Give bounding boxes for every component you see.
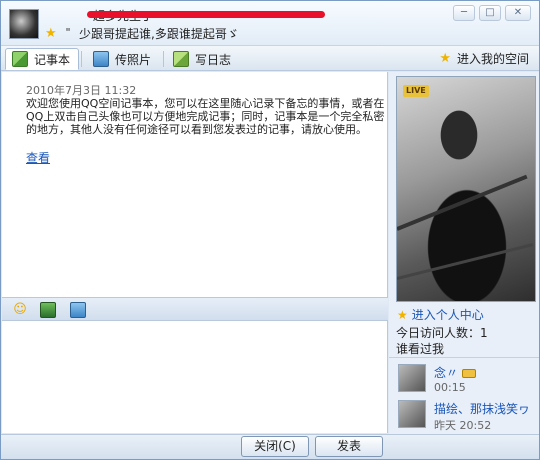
- divider: [389, 357, 539, 358]
- visit-count: 今日访问人数：1: [396, 326, 488, 340]
- tab-write-blog[interactable]: 写日志: [167, 48, 239, 70]
- screenshot-icon[interactable]: [70, 302, 86, 318]
- editor-toolbar: ☺: [2, 297, 388, 321]
- maximize-button[interactable]: □: [479, 5, 501, 21]
- tab-label: 传照片: [115, 52, 152, 67]
- view-link[interactable]: 查看: [26, 149, 50, 166]
- tab-divider: [81, 51, 82, 67]
- photo-detail: [397, 174, 528, 231]
- star-icon: ★: [439, 51, 451, 66]
- photo-detail: [397, 243, 534, 280]
- minimize-button[interactable]: ─: [453, 5, 475, 21]
- publish-button[interactable]: 发表: [315, 436, 383, 457]
- yellow-hat-icon: [462, 369, 477, 378]
- emoticon-icon[interactable]: ☺: [12, 302, 28, 318]
- note-date: 2010年7月3日 11:32: [26, 84, 137, 97]
- blog-icon: [173, 51, 189, 67]
- visitor-item[interactable]: 念〃 00:15: [396, 362, 536, 396]
- visitor-name: 描绘、那抹浅笑ヮ: [434, 402, 531, 416]
- visitor-time: 00:15: [434, 381, 466, 394]
- visitor-avatar: [398, 400, 426, 428]
- note-input[interactable]: [2, 321, 388, 433]
- quote-icon: ": [65, 26, 71, 39]
- space-link-label: 进入我的空间: [456, 52, 529, 66]
- visitor-time: 昨天 20:52: [434, 419, 492, 432]
- note-text: 欢迎您使用QQ空间记事本，您可以在这里随心记录下备忘的事情，或者在QQ上双击自己…: [26, 97, 385, 136]
- user-signature: 少跟哥提起谁,多跟谁提起哥ゞ: [79, 27, 239, 41]
- tab-label: 记事本: [34, 52, 71, 67]
- tab-divider: [163, 51, 164, 67]
- profile-panel: LIVE ★ 进入个人中心 今日访问人数：1 谁看过我 念〃 00:15 描绘、…: [389, 72, 539, 434]
- tab-notepad[interactable]: 记事本: [5, 48, 80, 70]
- star-icon: ★: [397, 307, 408, 322]
- live-badge: LIVE: [403, 85, 429, 97]
- tab-label: 写日志: [195, 52, 232, 67]
- close-window-button[interactable]: ✕: [505, 5, 531, 21]
- bottom-bar: 关闭(C) 发表: [1, 434, 539, 459]
- title-bar: 超多先生丁 ★ " 少跟哥提起谁,多跟谁提起哥ゞ ─ □ ✕: [1, 1, 539, 45]
- notepad-window: 超多先生丁 ★ " 少跟哥提起谁,多跟谁提起哥ゞ ─ □ ✕ 记事本 传照片 写…: [0, 0, 540, 460]
- visitor-item[interactable]: 描绘、那抹浅笑ヮ 昨天 20:52: [396, 398, 536, 432]
- user-avatar[interactable]: [9, 9, 39, 39]
- star-icon: ★: [45, 26, 57, 41]
- redaction-mark: [87, 11, 325, 18]
- visitor-name: 念〃: [434, 364, 477, 381]
- personal-center-label: 进入个人中心: [411, 308, 484, 322]
- notepad-icon: [12, 51, 28, 67]
- note-display: 2010年7月3日 11:32 欢迎您使用QQ空间记事本，您可以在这里随心记录下…: [2, 72, 388, 297]
- enter-my-space-link[interactable]: ★ 进入我的空间: [439, 50, 529, 67]
- image-icon[interactable]: [40, 302, 56, 318]
- tab-bar: 记事本 传照片 写日志 ★ 进入我的空间: [1, 45, 539, 71]
- who-viewed-me: 谁看过我: [396, 342, 445, 356]
- tab-upload-photo[interactable]: 传照片: [87, 48, 159, 70]
- profile-photo[interactable]: LIVE: [396, 76, 536, 302]
- personal-center-link[interactable]: ★ 进入个人中心: [397, 306, 484, 323]
- visitor-avatar: [398, 364, 426, 392]
- visitor-name-text: 念〃: [434, 366, 459, 380]
- photo-icon: [93, 51, 109, 67]
- close-button[interactable]: 关闭(C): [241, 436, 309, 457]
